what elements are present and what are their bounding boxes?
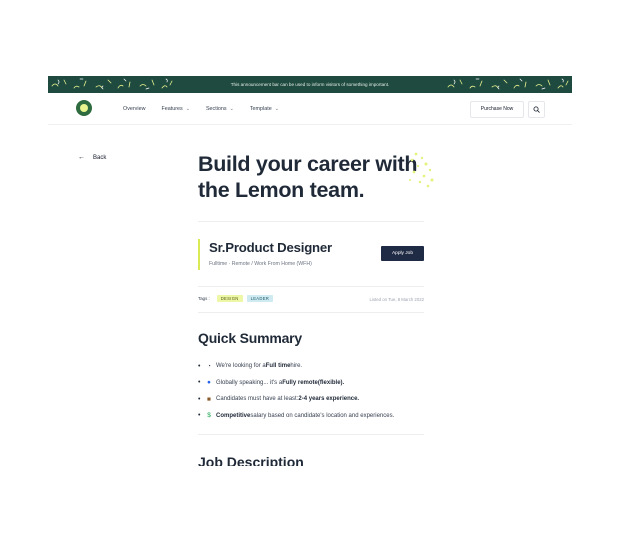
- tag-leader[interactable]: LEADER: [246, 295, 274, 302]
- squiggle-decoration-left: [51, 78, 173, 90]
- purchase-now-button[interactable]: Purchase Now: [470, 101, 524, 118]
- money-icon: $: [207, 412, 211, 420]
- listed-date: Listed on Tue, 8 March 2022: [369, 297, 424, 302]
- accent-bar: [198, 239, 200, 270]
- nav-item-sections[interactable]: Sections ⌄: [206, 106, 234, 112]
- divider: [198, 312, 424, 313]
- tags-row: Tags : DESIGN LEADER: [198, 295, 274, 302]
- sparkle-decoration: [409, 152, 434, 188]
- list-item: • $ Competitive salary based on candidat…: [198, 408, 438, 425]
- page-frame: This announcement bar can be used to inf…: [48, 76, 572, 466]
- summary-text-post: hire.: [290, 363, 303, 370]
- back-label: Back: [93, 154, 107, 161]
- chevron-down-icon: ⌄: [185, 105, 190, 112]
- summary-text-bold: Full time: [265, 363, 291, 370]
- nav-item-label: Template: [249, 105, 272, 112]
- lemon-logo[interactable]: [76, 100, 92, 116]
- chevron-down-icon: ⌄: [229, 105, 234, 112]
- quick-summary-title: Quick Summary: [198, 330, 302, 346]
- summary-text-pre: We're looking for a: [216, 363, 266, 370]
- divider: [198, 221, 424, 222]
- summary-text-pre: Globally speaking... it's a: [216, 379, 283, 386]
- job-meta: Fulltime · Remote / Work From Home (WFH): [209, 261, 312, 267]
- summary-text-bold: Fully remote(flexible).: [282, 379, 345, 386]
- briefcase-icon: ■: [207, 395, 211, 403]
- back-link[interactable]: ← Back: [78, 154, 106, 161]
- divider: [198, 286, 424, 287]
- arrow-left-icon: ←: [78, 154, 85, 161]
- list-item: • ■ Candidates must have at least: 2-4 y…: [198, 391, 438, 408]
- nav-item-label: Overview: [123, 105, 146, 112]
- divider: [198, 434, 424, 435]
- nav-item-overview[interactable]: Overview: [123, 106, 145, 112]
- announcement-bar: This announcement bar can be used to inf…: [48, 76, 572, 93]
- list-item: • ● Globally speaking... it's a Fully re…: [198, 375, 438, 392]
- clock-icon: ◔: [207, 362, 211, 370]
- title-line-1: Build your career with: [198, 152, 418, 176]
- summary-text-bold: 2-4 years experience.: [298, 396, 360, 403]
- job-title: Sr.Product Designer: [209, 240, 332, 255]
- summary-text-bold: Competitive: [216, 412, 251, 419]
- top-navigation: Overview Features ⌄ Sections ⌄ Template …: [48, 93, 572, 125]
- nav-item-template[interactable]: Template ⌄: [250, 106, 279, 112]
- title-line-2: the Lemon team.: [198, 178, 365, 202]
- chevron-down-icon: ⌄: [274, 105, 279, 112]
- apply-job-button[interactable]: Apply Job: [381, 246, 424, 261]
- quick-summary-list: • ◔ We're looking for a Full time hire. …: [198, 358, 438, 424]
- globe-icon: ●: [207, 379, 211, 387]
- nav-item-label: Features: [161, 105, 183, 112]
- search-icon: [533, 106, 540, 113]
- announcement-text: This announcement bar can be used to inf…: [230, 82, 390, 87]
- tag-design[interactable]: DESIGN: [216, 295, 243, 302]
- nav-menu: Overview Features ⌄ Sections ⌄ Template …: [123, 93, 279, 124]
- nav-item-features[interactable]: Features ⌄: [161, 106, 189, 112]
- list-item: • ◔ We're looking for a Full time hire.: [198, 358, 438, 375]
- tags-label: Tags :: [198, 296, 210, 301]
- search-button[interactable]: [528, 101, 545, 118]
- nav-item-label: Sections: [205, 105, 227, 112]
- squiggle-decoration-right: [447, 78, 569, 90]
- summary-text-pre: Candidates must have at least:: [216, 396, 299, 403]
- summary-text-post: salary based on candidate's location and…: [250, 412, 395, 419]
- job-description-title: Job Description: [198, 454, 304, 466]
